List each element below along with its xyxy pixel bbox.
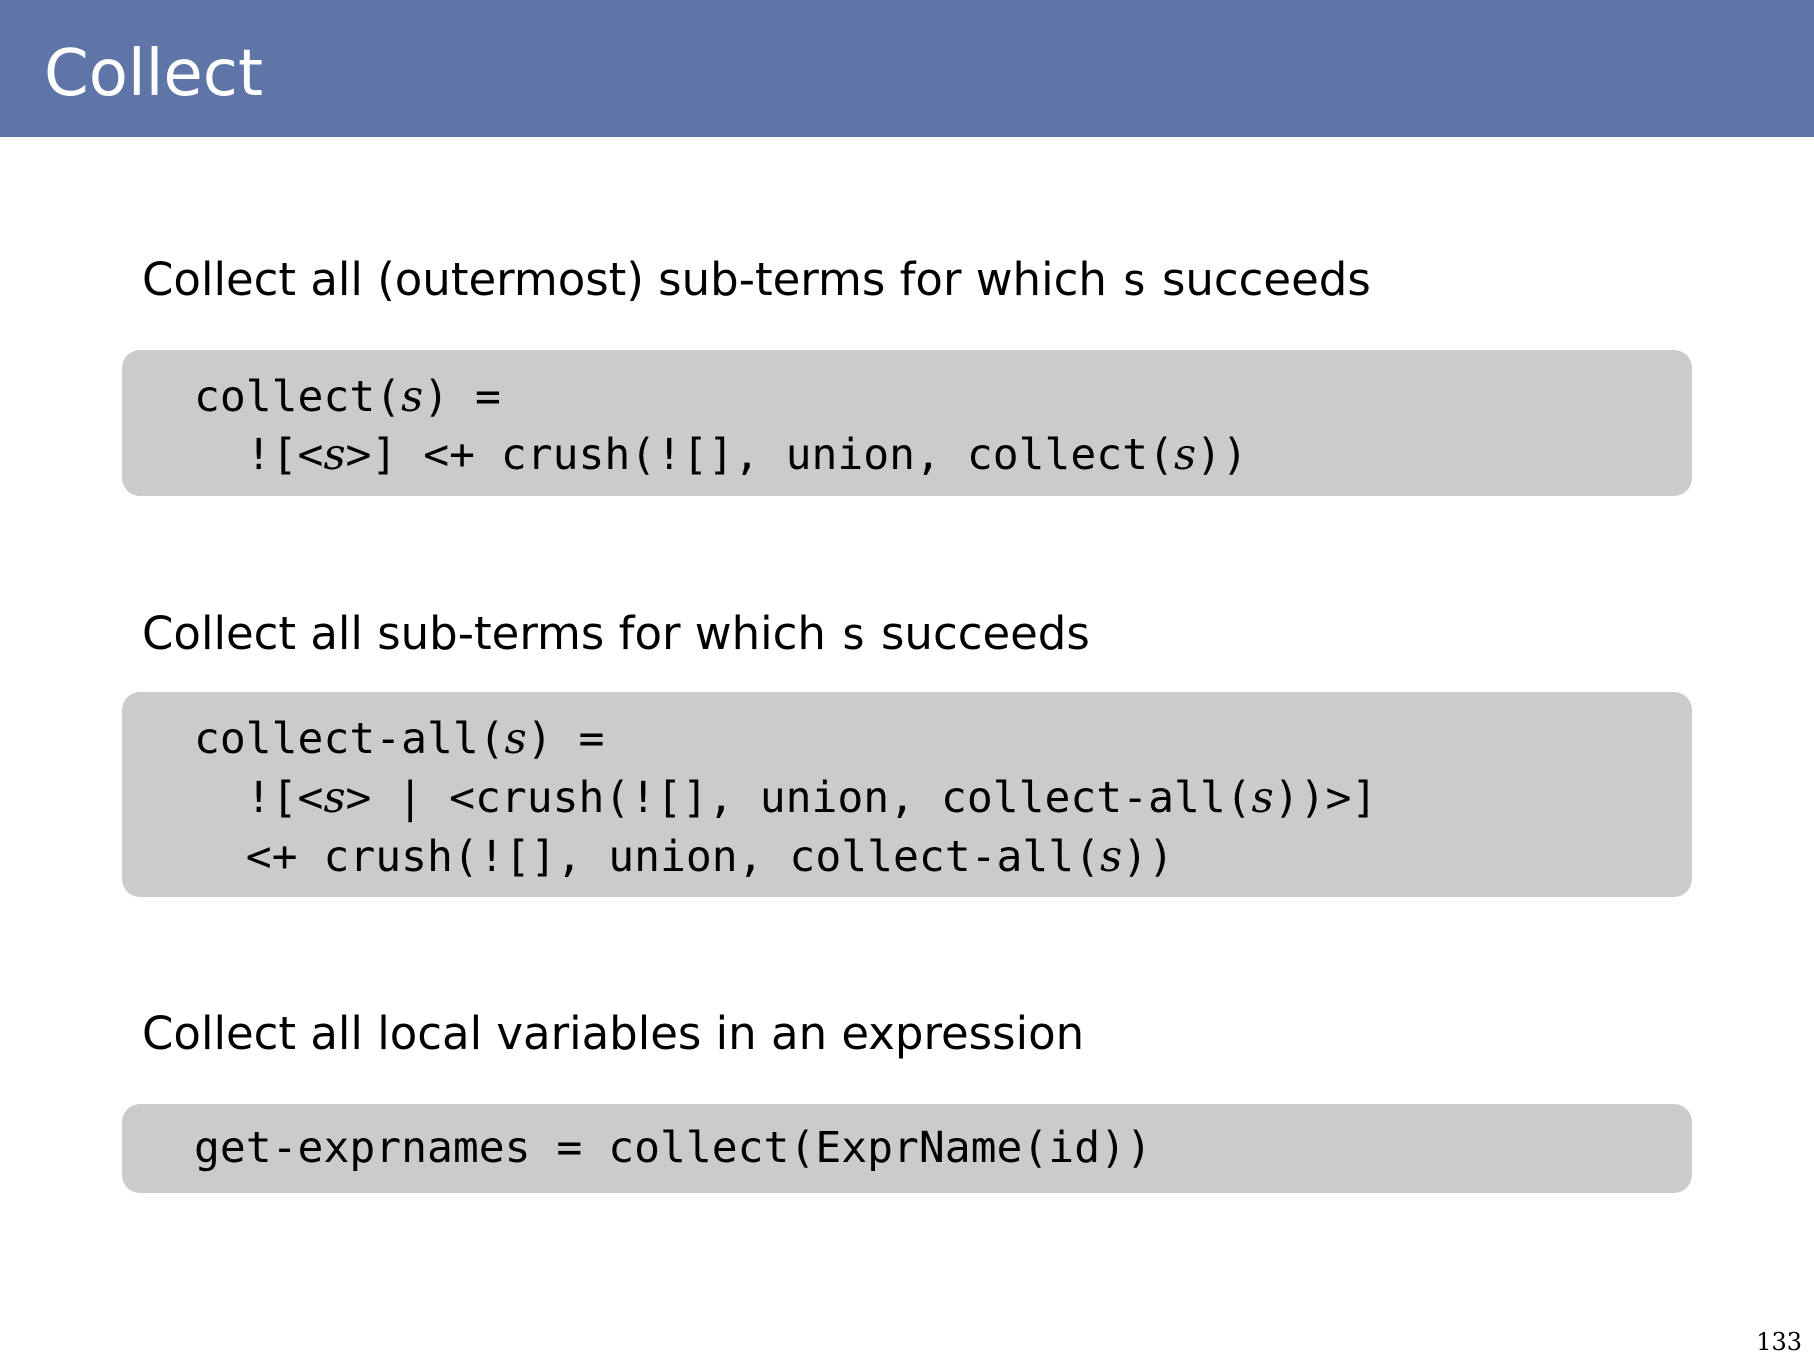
code-block-get-exprnames: get-exprnames = collect(ExprName(id))	[122, 1104, 1692, 1193]
code-line: collect(s) =	[194, 372, 501, 422]
heading-text: Collect all sub-terms for which	[142, 607, 841, 660]
section-heading-local-variables: Collect all local variables in an expres…	[142, 1007, 1085, 1060]
heading-text: succeeds	[866, 607, 1090, 660]
heading-text: succeeds	[1147, 253, 1371, 306]
heading-text: Collect all (outermost) sub-terms for wh…	[142, 253, 1122, 306]
slide-title: Collect	[44, 37, 264, 111]
heading-variable: s	[1121, 255, 1148, 306]
heading-variable: s	[840, 609, 867, 660]
code-block-collect-all: collect-all(s) = ![<s> | <crush(![], uni…	[122, 692, 1692, 897]
section-heading-all: Collect all sub-terms for which s succee…	[142, 604, 1090, 665]
code-line: get-exprnames = collect(ExprName(id))	[194, 1123, 1152, 1173]
code-line: ![<s> | <crush(![], union, collect-all(s…	[194, 773, 1378, 823]
section-heading-outermost: Collect all (outermost) sub-terms for wh…	[142, 250, 1371, 311]
title-bar: Collect	[0, 0, 1814, 137]
code-line: <+ crush(![], union, collect-all(s))	[194, 832, 1174, 882]
code-line: collect-all(s) =	[194, 714, 605, 764]
code-block-collect: collect(s) = ![<s>] <+ crush(![], union,…	[122, 350, 1692, 496]
code-line: ![<s>] <+ crush(![], union, collect(s))	[194, 430, 1248, 480]
page-number: 133	[1756, 1328, 1802, 1356]
